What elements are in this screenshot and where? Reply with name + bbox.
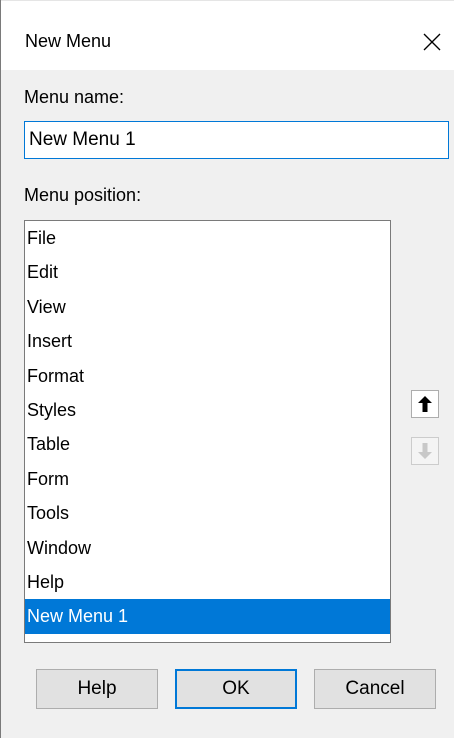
menu-name-input[interactable] [24, 121, 449, 159]
menu-position-label: Menu position: [24, 185, 142, 205]
menu-position-item[interactable]: New Menu 1 [25, 599, 390, 634]
close-icon [423, 33, 441, 51]
close-button[interactable] [409, 21, 454, 63]
menu-position-item[interactable]: Edit [25, 255, 390, 289]
menu-position-list[interactable]: File Edit View Insert Format Styles Table Form T… [24, 220, 391, 643]
menu-position-item[interactable]: File [25, 221, 390, 255]
help-button[interactable]: Help [36, 669, 158, 709]
menu-position-item[interactable]: Tools [25, 496, 390, 530]
arrow-down-icon [418, 443, 432, 459]
menu-position-item[interactable]: Insert [25, 324, 390, 358]
move-down-button[interactable] [411, 437, 439, 465]
move-up-button[interactable] [411, 390, 439, 418]
new-menu-dialog: New Menu Menu name: Menu position: FileE… [0, 0, 454, 738]
menu-position-item[interactable]: View [25, 290, 390, 324]
menu-name-label: Menu name: [24, 87, 125, 107]
menu-position-item[interactable]: Form [25, 462, 390, 496]
arrow-up-icon [418, 396, 432, 412]
dialog-title: New Menu [25, 31, 112, 51]
menu-position-item[interactable]: Format [25, 359, 390, 393]
menu-position-item[interactable]: Table [25, 427, 390, 461]
dialog-content: Menu name: Menu position: FileEditViewIn… [1, 70, 454, 738]
cancel-button[interactable]: Cancel [314, 669, 436, 709]
title-bar: New Menu [1, 0, 454, 71]
menu-position-item[interactable]: Window [25, 531, 390, 565]
menu-position-item[interactable]: Help [25, 565, 390, 599]
menu-position-item[interactable]: Styles [25, 393, 390, 427]
ok-button[interactable]: OK [175, 669, 297, 709]
